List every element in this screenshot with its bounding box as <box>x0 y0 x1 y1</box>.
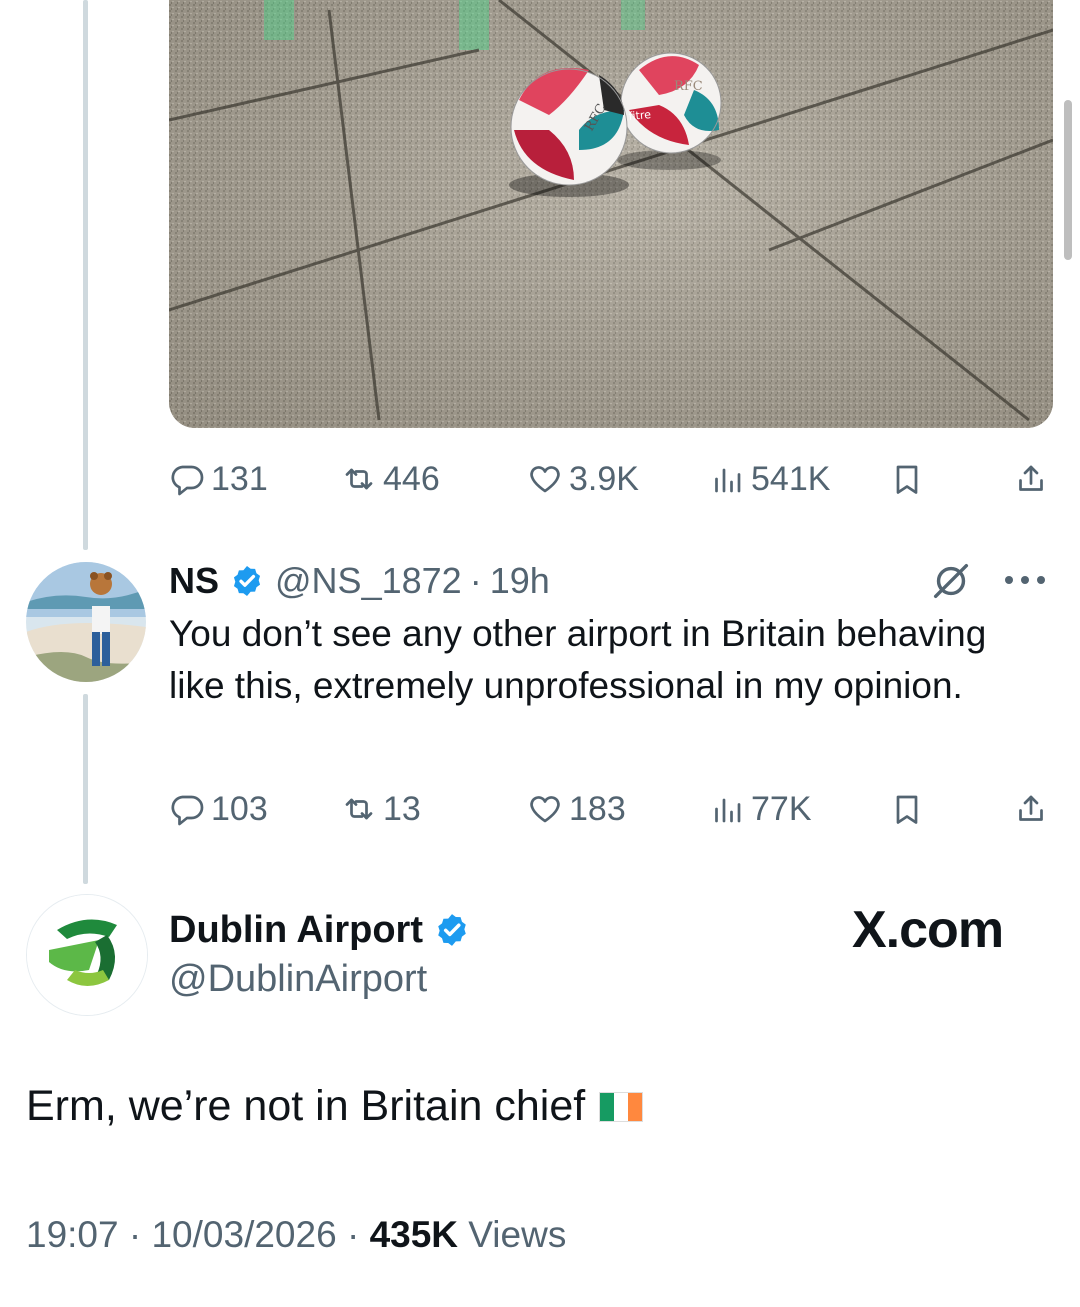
grok-button[interactable] <box>928 558 974 604</box>
bookmark-icon <box>896 465 918 494</box>
views-label: Views <box>468 1214 567 1255</box>
views-icon <box>715 468 741 493</box>
reply-text: You don’t see any other airport in Brita… <box>169 613 987 706</box>
reply-display-name[interactable]: NS <box>169 560 219 602</box>
reply-like-button[interactable]: 183 <box>527 786 626 832</box>
grok-icon <box>933 563 969 599</box>
like-button[interactable]: 3.9K <box>527 456 639 502</box>
thread-line-middle <box>83 694 88 884</box>
verified-icon <box>438 914 466 946</box>
ball-brand-text: fitre <box>628 108 652 123</box>
reply-header: NS @NS_1872 · 19h <box>169 558 550 604</box>
verified-icon <box>233 566 261 596</box>
tweet-actions-top: 131 446 3.9K 541K <box>169 456 1053 502</box>
tweet-time[interactable]: 19:07 <box>26 1214 119 1255</box>
reply-bookmark-button[interactable] <box>889 786 925 832</box>
main-display-name[interactable]: Dublin Airport <box>169 909 423 952</box>
repost-button[interactable]: 446 <box>341 456 440 502</box>
main-tweet-text: Erm, we’re not in Britain chief <box>26 1082 586 1130</box>
share-icon <box>1019 465 1043 491</box>
views-icon <box>715 798 741 823</box>
main-tweet-header: Dublin Airport <box>169 905 481 955</box>
reply-actions: 103 13 183 77K <box>169 786 1053 832</box>
thread-line-top <box>83 0 88 550</box>
main-tweet-meta: 19:07 · 10/03/2026 · 435K Views <box>26 1214 566 1256</box>
reply-reply-button[interactable]: 103 <box>169 786 268 832</box>
like-icon <box>530 796 560 823</box>
bookmark-button[interactable] <box>889 456 925 502</box>
xcom-watermark: X.com <box>852 901 1004 959</box>
main-handle[interactable]: @DublinAirport <box>169 956 427 1002</box>
more-options-button[interactable] <box>1000 570 1050 590</box>
reply-icon <box>171 465 204 496</box>
reply-time[interactable]: 19h <box>490 560 550 602</box>
repost-icon <box>345 798 373 820</box>
reply-reply-count: 103 <box>211 790 268 828</box>
like-count: 3.9K <box>569 460 639 498</box>
avatar-ns[interactable] <box>26 562 146 682</box>
reply-separator: · <box>469 560 482 601</box>
reply-repost-button[interactable]: 13 <box>341 786 421 832</box>
tweet-date[interactable]: 10/03/2026 <box>151 1214 336 1255</box>
ball-text-right: RFC <box>674 79 703 94</box>
views-total: 435K <box>369 1214 459 1255</box>
tweet-media-image[interactable]: RFC RFC fitre <box>169 0 1053 428</box>
reply-share-button[interactable] <box>1013 786 1049 832</box>
share-button[interactable] <box>1013 456 1049 502</box>
reply-count: 131 <box>211 460 268 498</box>
share-icon <box>1019 795 1043 821</box>
football-right: RFC <box>620 52 722 154</box>
bookmark-icon <box>896 795 918 824</box>
repost-count: 446 <box>383 460 440 498</box>
avatar-dublin-airport[interactable] <box>26 894 148 1016</box>
views-count: 541K <box>751 460 831 498</box>
reply-icon <box>171 795 204 826</box>
reply-repost-count: 13 <box>383 790 421 828</box>
views-button[interactable]: 541K <box>709 456 830 502</box>
main-tweet-text-row: Erm, we’re not in Britain chief <box>26 1082 644 1131</box>
reply-views-count: 77K <box>751 790 812 828</box>
scrollbar[interactable] <box>1064 100 1072 260</box>
like-icon <box>530 466 560 493</box>
more-icon <box>1005 576 1045 584</box>
meta-separator-1: · <box>128 1214 142 1255</box>
ireland-flag <box>599 1091 644 1122</box>
reply-like-count: 183 <box>569 790 626 828</box>
reply-views-button[interactable]: 77K <box>709 786 812 832</box>
reply-handle[interactable]: @NS_1872 <box>275 560 462 602</box>
reply-button[interactable]: 131 <box>169 456 268 502</box>
meta-separator-2: · <box>346 1214 360 1255</box>
repost-icon <box>345 468 373 490</box>
